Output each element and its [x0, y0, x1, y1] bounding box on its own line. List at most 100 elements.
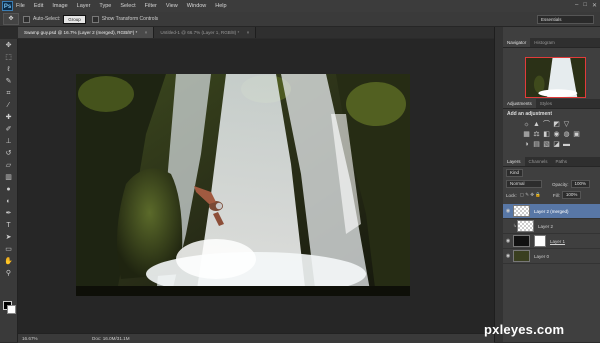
invert-icon[interactable]: ◑: [523, 141, 530, 148]
history-brush-icon[interactable]: ↺: [2, 148, 15, 159]
hand-icon[interactable]: ✋: [2, 256, 15, 267]
color-lookup-icon[interactable]: ▣: [573, 131, 580, 138]
eye-icon[interactable]: ◉: [503, 208, 513, 214]
adjustments-panel: Adjustments Styles Add an adjustment ☼ ▲…: [503, 99, 600, 155]
thumbnail-image: [526, 58, 585, 97]
vibrance-icon[interactable]: ▽: [563, 121, 570, 128]
eye-icon[interactable]: ◉: [503, 238, 513, 244]
type-icon[interactable]: T: [2, 220, 15, 231]
gradient-icon[interactable]: ▥: [2, 172, 15, 183]
dodge-icon[interactable]: ◐: [2, 196, 15, 207]
shape-icon[interactable]: ▭: [2, 244, 15, 255]
tab-close-icon[interactable]: ×: [247, 30, 250, 35]
layer-name: Layer 1: [550, 238, 566, 244]
window-controls: – □ ✕: [575, 2, 597, 9]
tab-styles[interactable]: Styles: [536, 99, 556, 108]
eraser-icon[interactable]: ▱: [2, 160, 15, 171]
pen-icon[interactable]: ✒: [2, 208, 15, 219]
waterfall-photo: [76, 74, 410, 296]
quick-select-icon[interactable]: ✎: [2, 76, 15, 87]
layer-row[interactable]: ◉ Layer 1: [503, 234, 600, 249]
tab-navigator[interactable]: Navigator: [503, 38, 531, 47]
path-select-icon[interactable]: ➤: [2, 232, 15, 243]
lock-icons[interactable]: ▢ ✎ ✥ 🔒: [520, 192, 541, 198]
adjustment-icons-row-2: ▦ ⚖ ◧ ◉ ◍ ▣: [523, 131, 580, 138]
document-canvas-image[interactable]: [76, 74, 410, 296]
doc-size: Doc: 16.0M/31.1M: [92, 336, 130, 341]
levels-icon[interactable]: ▲: [533, 121, 540, 128]
auto-select-checkbox[interactable]: [23, 15, 30, 23]
healing-icon[interactable]: ✚: [2, 112, 15, 123]
tab-label: Swamp guy.psd @ 16.7% (Layer 2 (merged),…: [24, 30, 138, 35]
marquee-icon[interactable]: ⬚: [2, 52, 15, 63]
menu-file[interactable]: File: [16, 3, 25, 9]
black-white-icon[interactable]: ◧: [543, 131, 550, 138]
color-balance-icon[interactable]: ⚖: [533, 131, 540, 138]
crop-icon[interactable]: ⌗: [2, 88, 15, 99]
menu-help[interactable]: Help: [215, 3, 226, 9]
navigator-thumbnail[interactable]: [525, 57, 586, 98]
photo-filter-icon[interactable]: ◉: [553, 131, 560, 138]
channel-mixer-icon[interactable]: ◍: [563, 131, 570, 138]
lock-fill-row: Lock: ▢ ✎ ✥ 🔒 Fill: 100%: [506, 191, 582, 199]
threshold-icon[interactable]: ▧: [543, 141, 550, 148]
zoom-level[interactable]: 16.67%: [22, 336, 62, 341]
right-panels: Navigator Histogram 16.67% Adjustments S…: [503, 27, 600, 342]
menu-filter[interactable]: Filter: [145, 3, 157, 9]
adjustment-icons-row-3: ◑ ▤ ▧ ◪ ▬: [523, 141, 570, 148]
canvas-area[interactable]: [18, 39, 494, 333]
move-icon[interactable]: ✥: [2, 40, 15, 51]
brush-icon[interactable]: ✐: [2, 124, 15, 135]
layer-kind-filter[interactable]: Kind: [506, 169, 524, 177]
blur-icon[interactable]: ●: [2, 184, 15, 195]
menu-image[interactable]: Image: [52, 3, 67, 9]
menu-type[interactable]: Type: [99, 3, 111, 9]
auto-select-label: Auto-Select:: [33, 16, 61, 22]
tab-layers[interactable]: Layers: [503, 157, 525, 166]
tab-swamp-guy[interactable]: Swamp guy.psd @ 16.7% (Layer 2 (merged),…: [18, 27, 155, 38]
exposure-icon[interactable]: ◩: [553, 121, 560, 128]
posterize-icon[interactable]: ▤: [533, 141, 540, 148]
transform-controls-checkbox[interactable]: [91, 15, 99, 23]
eyedropper-icon[interactable]: ⁄: [2, 100, 15, 111]
tab-adjustments[interactable]: Adjustments: [503, 99, 536, 108]
menu-window[interactable]: Window: [187, 3, 207, 9]
menu-select[interactable]: Select: [120, 3, 135, 9]
hue-saturation-icon[interactable]: ▦: [523, 131, 530, 138]
menu-layer[interactable]: Layer: [77, 3, 91, 9]
layers-header: Layers Channels Paths: [503, 157, 600, 167]
layer-row[interactable]: ↳ Layer 2: [503, 219, 600, 234]
minimize-icon[interactable]: –: [575, 2, 578, 9]
tab-close-icon[interactable]: ×: [145, 30, 148, 35]
blend-mode-dropdown[interactable]: Normal: [506, 180, 542, 188]
opacity-input[interactable]: 100%: [570, 180, 591, 188]
photoshop-logo: Ps: [2, 1, 13, 11]
auto-select-dropdown[interactable]: Group: [63, 14, 86, 24]
selective-color-icon[interactable]: ◪: [553, 141, 560, 148]
zoom-icon[interactable]: ⚲: [2, 268, 15, 279]
tab-channels[interactable]: Channels: [525, 157, 552, 166]
tab-histogram[interactable]: Histogram: [530, 38, 559, 47]
layer-row[interactable]: ◉ Layer 0: [503, 249, 600, 264]
background-color-swatch[interactable]: [7, 305, 16, 314]
eye-icon[interactable]: ◉: [503, 253, 513, 259]
tab-paths[interactable]: Paths: [552, 157, 572, 166]
transform-controls-label: Show Transform Controls: [101, 16, 159, 22]
stamp-icon[interactable]: ⊥: [2, 136, 15, 147]
adjustments-header: Adjustments Styles: [503, 99, 600, 109]
close-icon[interactable]: ✕: [592, 2, 597, 9]
tab-untitled-1[interactable]: Untitled-1 @ 66.7% (Layer 1, RGB/8) * ×: [154, 27, 257, 38]
brightness-icon[interactable]: ☼: [523, 121, 530, 128]
watermark: pxleyes.com: [484, 322, 565, 337]
blend-opacity-row: Normal Opacity: 100%: [506, 180, 591, 188]
maximize-icon[interactable]: □: [583, 2, 587, 9]
menu-view[interactable]: View: [166, 3, 178, 9]
lasso-icon[interactable]: ℓ: [2, 64, 15, 75]
menu-edit[interactable]: Edit: [34, 3, 43, 9]
workspace-dropdown[interactable]: Essentials: [537, 15, 594, 24]
move-icon[interactable]: ✥: [3, 13, 19, 25]
layer-row[interactable]: ◉ Layer 2 (merged): [503, 204, 600, 219]
fill-input[interactable]: 100%: [561, 191, 582, 199]
gradient-map-icon[interactable]: ▬: [563, 141, 570, 148]
curves-icon[interactable]: ⌒: [543, 121, 550, 128]
